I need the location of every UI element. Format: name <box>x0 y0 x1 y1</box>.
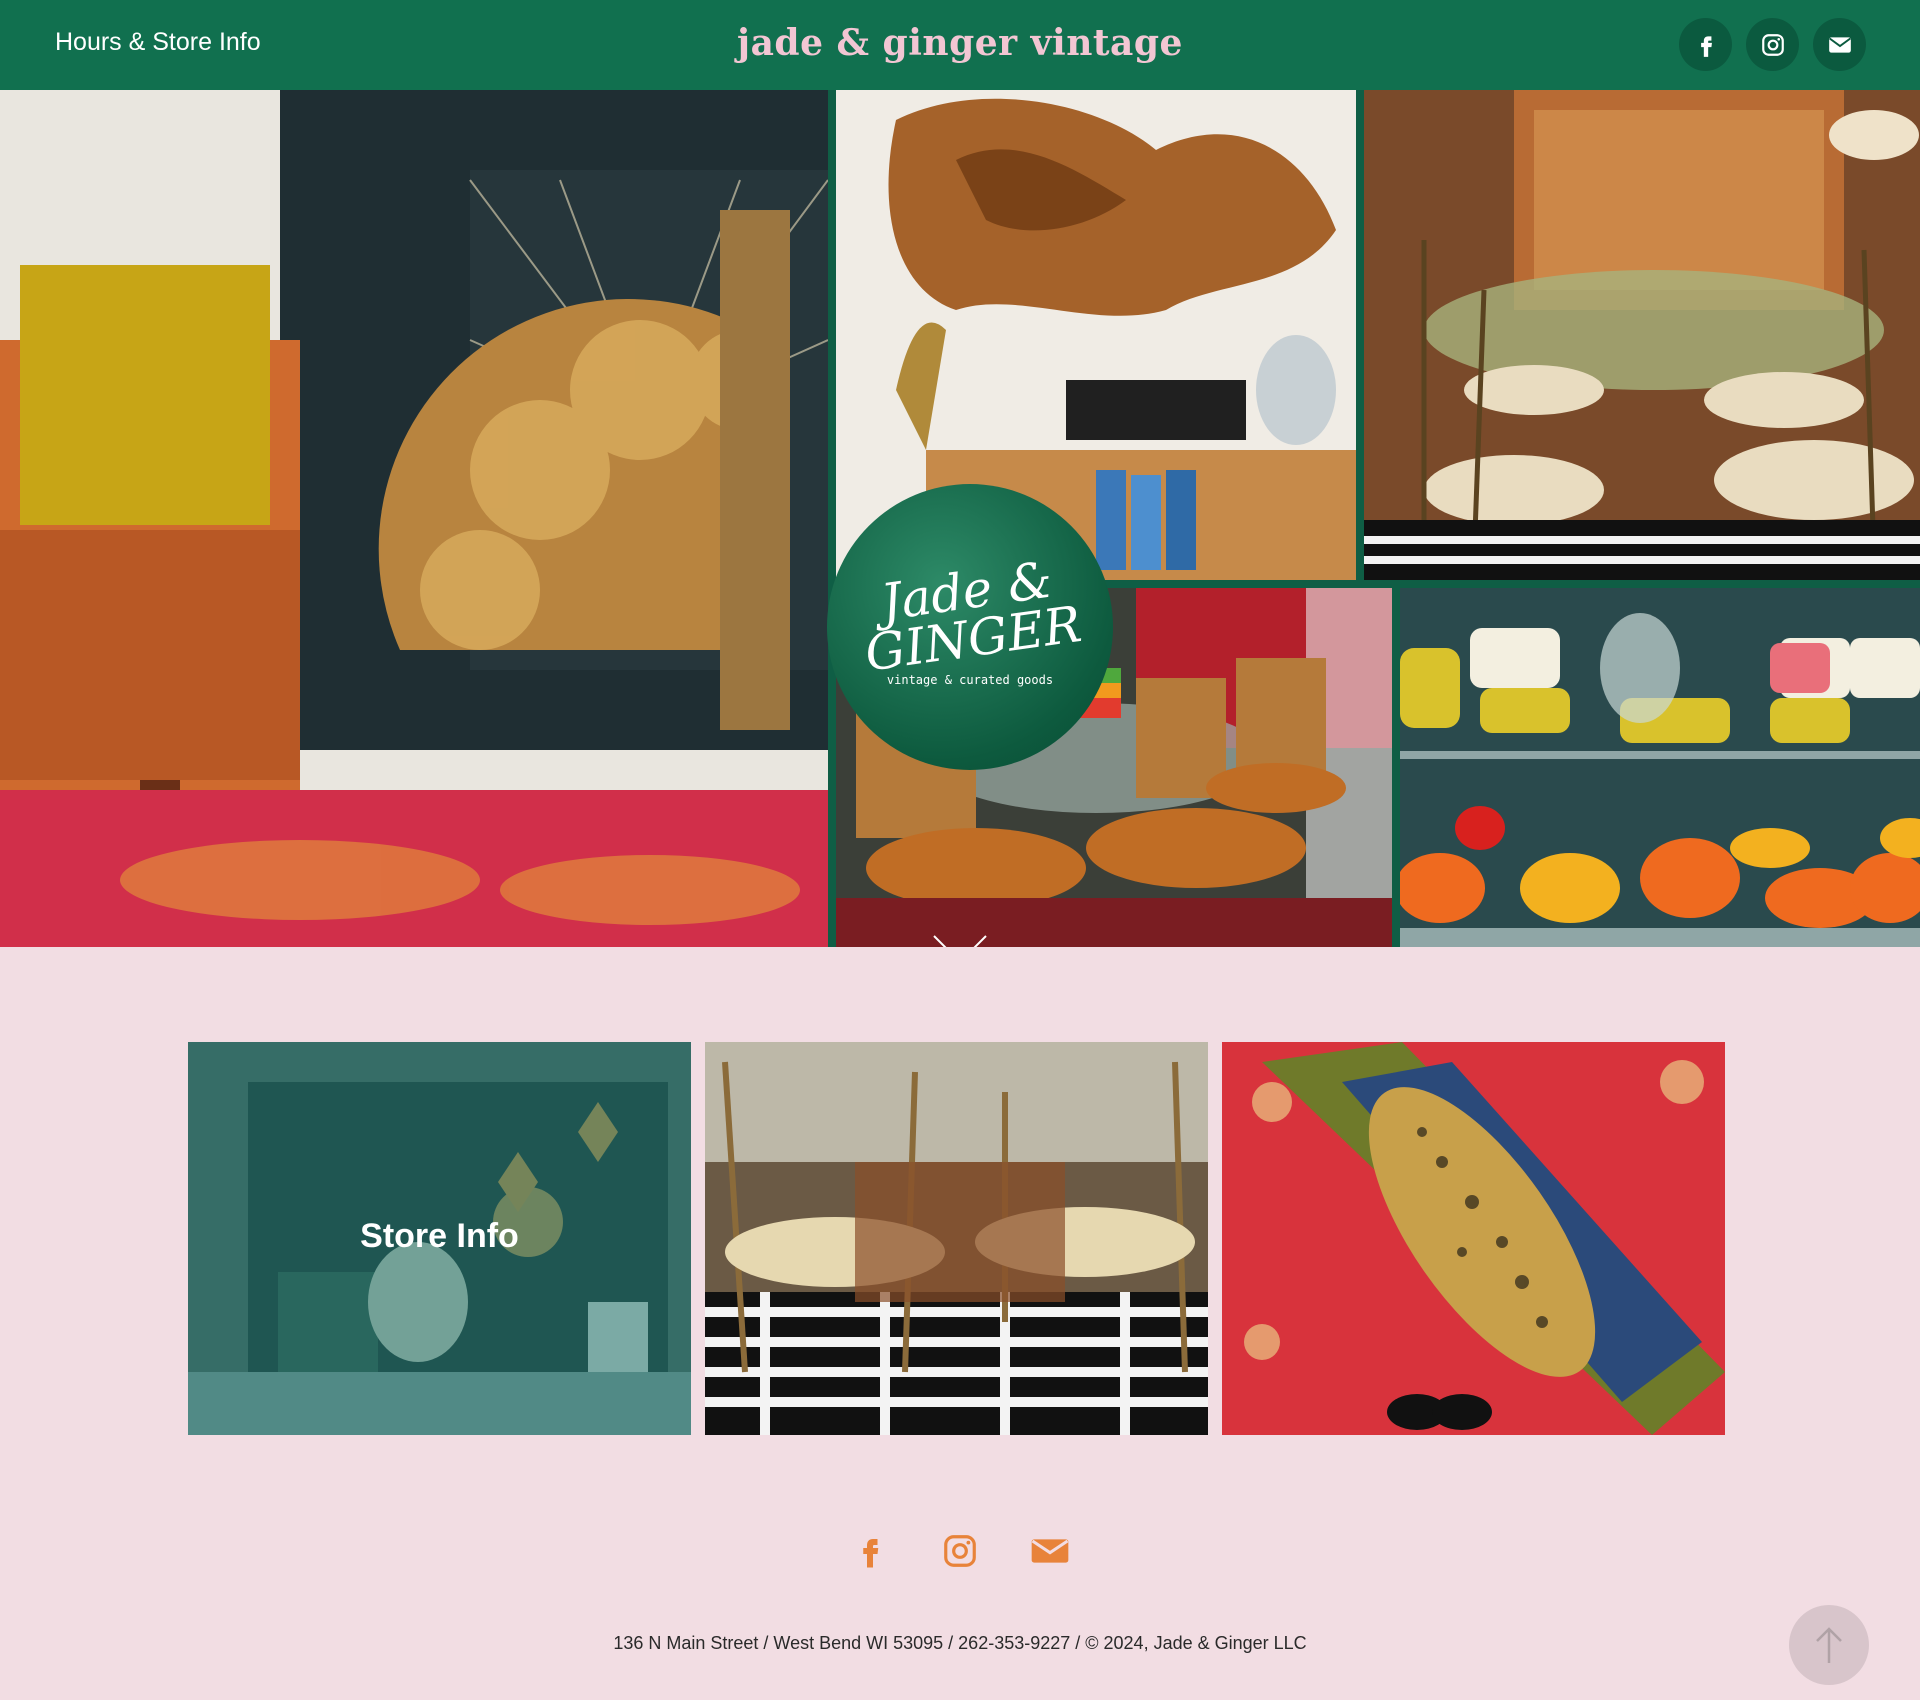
email-icon <box>1828 36 1851 53</box>
hero-photo-fireplace <box>0 90 828 947</box>
back-to-top-button[interactable] <box>1789 1605 1869 1685</box>
footer-social-links <box>0 1530 1920 1572</box>
site-title[interactable]: jade & ginger vintage <box>0 22 1920 64</box>
footer-email-link[interactable] <box>1029 1530 1071 1572</box>
arrow-up-icon <box>1816 1627 1842 1663</box>
gallery-tile-chairs-rug[interactable] <box>705 1042 1208 1435</box>
facebook-icon <box>1700 35 1712 57</box>
footer-instagram-link[interactable] <box>939 1530 981 1572</box>
logo-script-text: Jade & GINGER <box>861 550 1085 682</box>
hero-photo-pyrex-shelves <box>1400 588 1920 947</box>
header-social-links <box>1679 18 1866 71</box>
gallery-row: Store Info <box>188 1042 1725 1435</box>
gallery-tile-store-info[interactable]: Store Info <box>188 1042 691 1435</box>
email-icon <box>1031 1539 1069 1563</box>
site-header: Hours & Store Info jade & ginger vintage <box>0 0 1920 90</box>
hero-collage: Jade & GINGER vintage & curated goods <box>0 90 1920 947</box>
footer-facebook-link[interactable] <box>849 1530 891 1572</box>
scroll-down-button[interactable] <box>932 932 988 947</box>
gallery-tile-leopard-rug[interactable] <box>1222 1042 1725 1435</box>
chevron-down-icon <box>933 935 987 947</box>
footer-address-copyright: 136 N Main Street / West Bend WI 53095 /… <box>613 1633 1307 1653</box>
gallery-tile-label-store-info: Store Info <box>360 1217 519 1255</box>
header-email-button[interactable] <box>1813 18 1866 71</box>
instagram-icon <box>1761 33 1784 56</box>
facebook-icon <box>863 1539 879 1568</box>
hero-photo-dining-set <box>1364 90 1920 580</box>
jade-ginger-logo-badge: Jade & GINGER vintage & curated goods <box>827 484 1113 770</box>
header-instagram-button[interactable] <box>1746 18 1799 71</box>
instagram-icon <box>944 1535 976 1567</box>
header-facebook-button[interactable] <box>1679 18 1732 71</box>
